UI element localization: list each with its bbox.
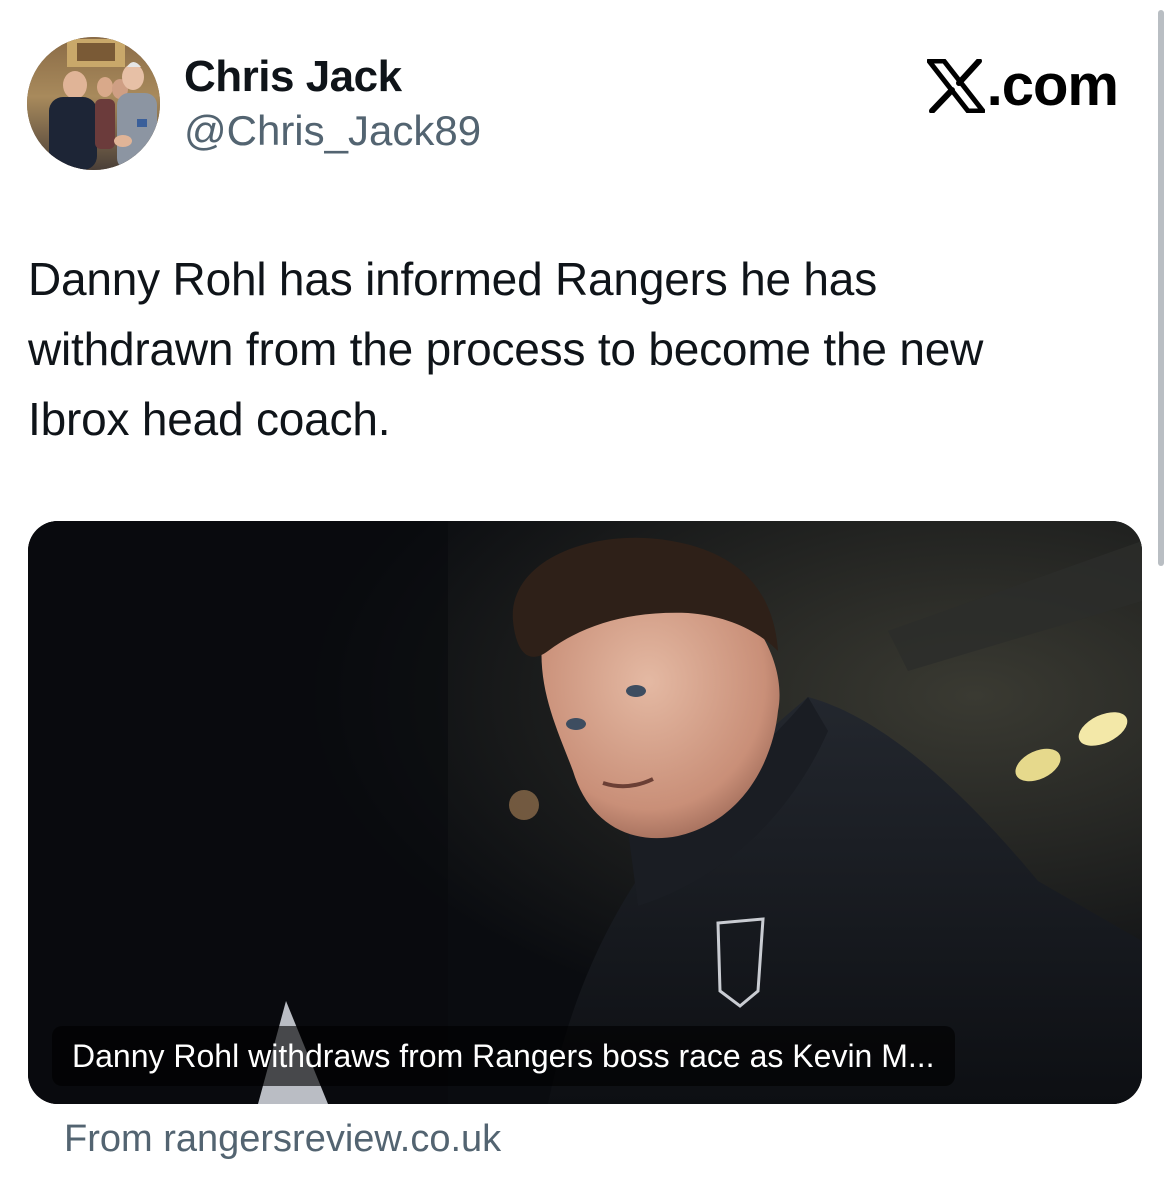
avatar-photo-icon <box>27 37 160 170</box>
link-card-caption: Danny Rohl withdraws from Rangers boss r… <box>52 1026 955 1086</box>
article-photo-icon <box>28 521 1142 1104</box>
tweet-text-line: withdrawn from the process to become the… <box>28 323 984 375</box>
tweet-text: Danny Rohl has informed Rangers he has w… <box>28 244 1138 454</box>
link-preview-card[interactable]: Danny Rohl withdraws from Rangers boss r… <box>28 521 1142 1104</box>
tweet-text-line: Danny Rohl has informed Rangers he has <box>28 253 877 305</box>
author-avatar[interactable] <box>27 37 160 170</box>
brand-watermark: .com <box>926 53 1119 118</box>
tweet-text-line: Ibrox head coach. <box>28 393 391 445</box>
x-logo-icon <box>926 59 985 113</box>
author-name[interactable]: Chris Jack <box>184 52 402 102</box>
author-handle[interactable]: @Chris_Jack89 <box>184 107 481 155</box>
scrollbar[interactable] <box>1158 10 1164 566</box>
brand-label: .com <box>986 53 1119 118</box>
link-card-source[interactable]: From rangersreview.co.uk <box>64 1118 501 1161</box>
